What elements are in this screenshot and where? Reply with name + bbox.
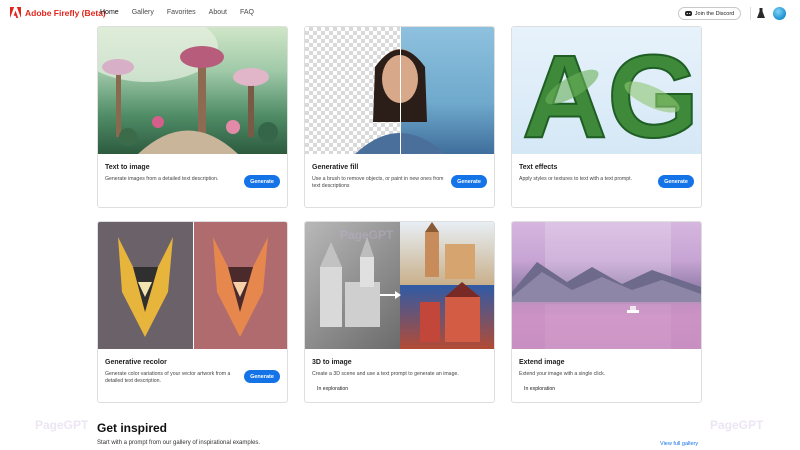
generate-button[interactable]: Generate	[244, 370, 280, 383]
card-text-to-image[interactable]: Text to image Generate images from a det…	[97, 26, 288, 208]
extend-image-artwork	[512, 222, 701, 349]
text-effects-artwork: AG	[512, 27, 701, 154]
watermark: PageGPT	[710, 418, 764, 432]
top-header: Adobe Firefly (Beta) Home Gallery Favori…	[0, 0, 800, 27]
discord-label: Join the Discord	[694, 10, 735, 17]
card-title: Generative fill	[312, 164, 359, 171]
header-divider	[750, 7, 751, 20]
adobe-logo-icon	[10, 7, 21, 18]
user-avatar[interactable]	[773, 7, 786, 20]
generate-button[interactable]: Generate	[451, 175, 487, 188]
text-to-image-artwork	[98, 27, 287, 154]
get-inspired-subtitle: Start with a prompt from our gallery of …	[97, 440, 261, 446]
main-nav: Home Gallery Favorites About FAQ	[100, 9, 267, 16]
card-description: Generate images from a detailed text des…	[105, 176, 219, 182]
watermark: PageGPT	[340, 228, 394, 242]
in-exploration-badge: In exploration	[312, 382, 354, 395]
card-description: Extend your image with a single click.	[519, 371, 606, 377]
discord-icon	[684, 11, 692, 16]
watermark: PageGPT	[35, 418, 89, 432]
generative-recolor-artwork	[98, 222, 287, 349]
card-description: Apply styles or textures to text with a …	[519, 176, 633, 182]
card-title: Text to image	[105, 164, 150, 171]
generative-fill-artwork	[305, 27, 494, 154]
in-exploration-badge: In exploration	[519, 382, 561, 395]
nav-favorites[interactable]: Favorites	[167, 9, 196, 16]
card-title: 3D to image	[312, 359, 352, 366]
nav-about[interactable]: About	[209, 9, 227, 16]
generate-button[interactable]: Generate	[244, 175, 280, 188]
card-3d-to-image[interactable]: In exploration 3D to image Create a 3D s…	[304, 221, 495, 403]
generate-button[interactable]: Generate	[658, 175, 694, 188]
card-description: Use a brush to remove objects, or paint …	[312, 176, 444, 189]
card-description: Create a 3D scene and use a text prompt …	[312, 371, 459, 377]
brand-name: Adobe Firefly (Beta)	[25, 7, 106, 18]
card-title: Text effects	[519, 164, 558, 171]
nav-gallery[interactable]: Gallery	[132, 9, 154, 16]
card-description: Generate color variations of your vector…	[105, 371, 231, 384]
get-inspired-heading: Get inspired	[97, 421, 168, 435]
card-text-effects[interactable]: AG Text effects Apply styles or textures…	[511, 26, 702, 208]
card-title: Generative recolor	[105, 359, 167, 366]
join-discord-button[interactable]: Join the Discord	[678, 7, 741, 20]
card-title: Extend image	[519, 359, 565, 366]
beaker-icon[interactable]	[757, 8, 765, 18]
leafy-letters: AG	[522, 31, 699, 154]
nav-home[interactable]: Home	[100, 9, 119, 16]
nav-faq[interactable]: FAQ	[240, 9, 254, 16]
3d-to-image-artwork	[305, 222, 494, 349]
card-generative-fill[interactable]: Generative fill Use a brush to remove ob…	[304, 26, 495, 208]
view-full-gallery-link[interactable]: View full gallery	[660, 441, 698, 447]
card-generative-recolor[interactable]: Generative recolor Generate color variat…	[97, 221, 288, 403]
brand[interactable]: Adobe Firefly (Beta)	[10, 7, 106, 18]
card-extend-image[interactable]: In exploration Extend image Extend your …	[511, 221, 702, 403]
